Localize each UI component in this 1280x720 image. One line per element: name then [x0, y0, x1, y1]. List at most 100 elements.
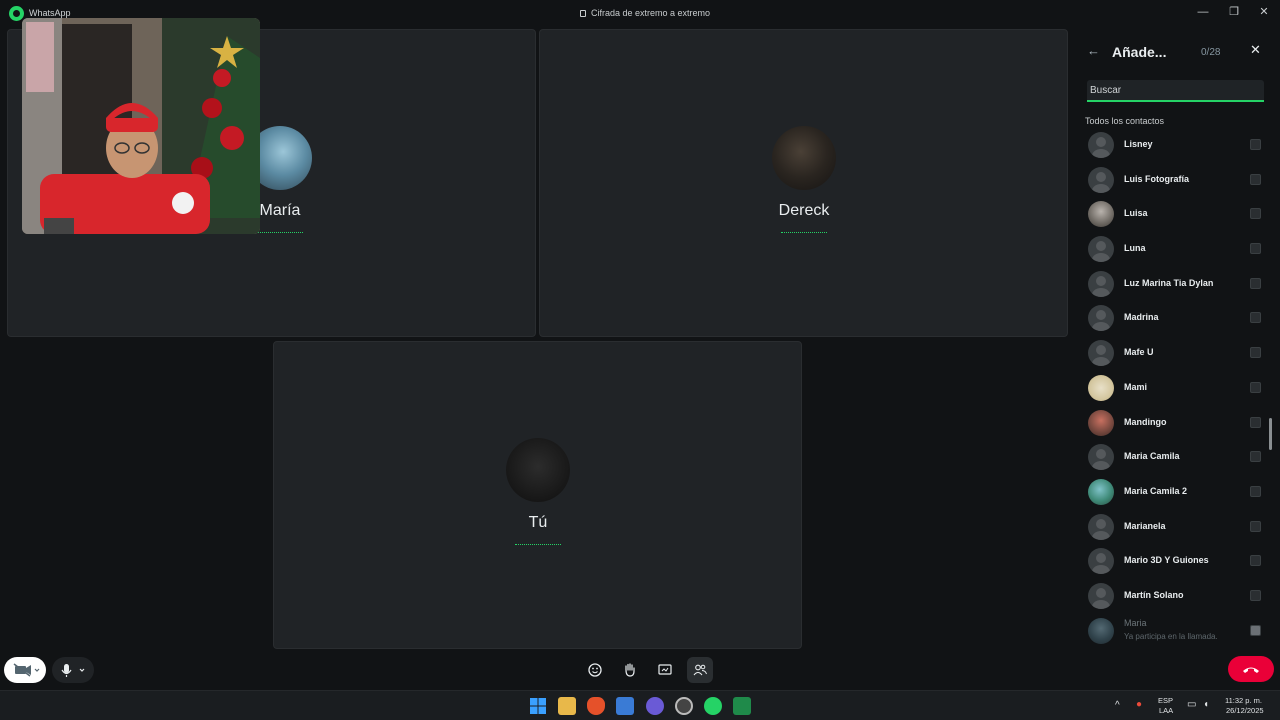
contact-checkbox[interactable] [1250, 416, 1261, 428]
participant-tile-self: Tú [273, 341, 802, 649]
contact-item[interactable]: Mario 3D Y Guiones [1075, 544, 1280, 579]
end-call-button[interactable] [1228, 656, 1274, 682]
hand-icon [625, 663, 635, 677]
volume-icon[interactable]: ◖ [1203, 699, 1209, 710]
language-indicator-top[interactable]: ESP [1158, 696, 1173, 705]
game-controller-icon[interactable] [646, 697, 664, 715]
contact-photo [1088, 617, 1114, 644]
contact-list: Lisney Luis Fotografía Luisa Luna Luz Ma… [1075, 128, 1280, 648]
default-avatar-icon [1088, 582, 1114, 609]
close-panel-icon[interactable]: ✕ [1250, 42, 1261, 58]
file-explorer-icon[interactable] [558, 697, 576, 715]
contact-name: Luz Marina Tia Dylan [1124, 277, 1214, 288]
contact-item[interactable]: Luisa [1075, 197, 1280, 232]
microsoft-store-icon[interactable] [616, 697, 634, 715]
contact-checkbox[interactable] [1250, 451, 1261, 463]
contact-name: Mafe U [1124, 347, 1154, 358]
contact-item[interactable]: Mami [1075, 371, 1280, 406]
whatsapp-logo-icon [9, 6, 24, 21]
connecting-indicator [515, 544, 561, 545]
default-avatar-icon [1088, 444, 1114, 471]
contact-name: Marianela [1124, 520, 1166, 531]
section-label: Todos los contactos [1085, 116, 1165, 126]
default-avatar-icon [1088, 513, 1114, 540]
brave-browser-icon[interactable] [587, 697, 605, 715]
obs-studio-icon[interactable] [675, 697, 693, 715]
os-taskbar: ^ ● ESP LAA ▭ ◖ 11:32 p. m. 26/12/2025 [0, 690, 1280, 720]
participant-tile-dereck: Dereck [539, 29, 1068, 337]
network-icon[interactable]: ▭ [1187, 699, 1196, 710]
contact-checkbox[interactable] [1250, 485, 1261, 497]
contact-list-scrollbar[interactable] [1269, 418, 1272, 450]
share-screen-button[interactable] [652, 657, 678, 683]
microphone-toggle-button[interactable] [52, 657, 94, 683]
contact-name: Maria Camila [1124, 451, 1180, 462]
contact-checkbox[interactable] [1250, 381, 1261, 393]
contact-checkbox[interactable] [1250, 520, 1261, 532]
lock-icon [580, 10, 586, 17]
contact-name: Martín Solano [1124, 589, 1184, 600]
contact-checkbox[interactable] [1250, 589, 1261, 601]
contact-item[interactable]: Mandingo [1075, 406, 1280, 441]
clock-date[interactable]: 26/12/2025 [1226, 706, 1264, 715]
participant-name: Tú [528, 514, 548, 531]
contact-checkbox[interactable] [1250, 208, 1261, 220]
contact-status: Ya participa en la llamada. [1124, 631, 1218, 641]
self-camera-preview[interactable] [22, 18, 260, 234]
back-arrow-icon[interactable]: ← [1087, 43, 1100, 58]
contact-photo [1088, 201, 1114, 228]
windows-start-icon[interactable] [529, 697, 547, 715]
default-avatar-icon [1088, 305, 1114, 332]
contact-item[interactable]: Maria Camila 2 [1075, 475, 1280, 510]
clock-time[interactable]: 11:32 p. m. [1225, 696, 1262, 705]
contact-checkbox[interactable] [1250, 139, 1261, 150]
screen-share-icon [658, 664, 672, 675]
contact-item[interactable]: Marianela [1075, 510, 1280, 545]
contact-item[interactable]: Madrina [1075, 301, 1280, 336]
camera-toggle-button[interactable] [4, 657, 46, 683]
participant-avatar [506, 438, 570, 502]
add-participants-panel: ← Añade... 0/28 ✕ Todos los contactos Li… [1075, 28, 1280, 690]
contact-item[interactable]: Martín Solano [1075, 579, 1280, 614]
contact-name: Luisa [1124, 208, 1148, 219]
minimize-button[interactable]: — [1191, 4, 1215, 20]
default-avatar-icon [1088, 340, 1114, 367]
contact-checkbox[interactable] [1250, 347, 1261, 359]
contact-item[interactable]: Lisney [1075, 128, 1280, 163]
contact-item[interactable]: Luz Marina Tia Dylan [1075, 267, 1280, 302]
search-input[interactable] [1087, 80, 1264, 102]
show-hidden-icons-icon[interactable]: ^ [1115, 700, 1120, 711]
contact-item[interactable]: Luna [1075, 232, 1280, 267]
emoji-reaction-button[interactable] [582, 657, 608, 683]
default-avatar-icon [1088, 548, 1114, 575]
participant-name: Dereck [778, 202, 830, 219]
contact-name: Madrina [1124, 312, 1159, 323]
contact-item[interactable]: Maria Camila [1075, 440, 1280, 475]
close-window-button[interactable]: ✕ [1252, 4, 1276, 20]
contact-item[interactable]: Mafe U [1075, 336, 1280, 371]
camera-feed-image [22, 18, 260, 234]
restore-button[interactable]: ❐ [1222, 4, 1246, 20]
contact-item[interactable]: Luis Fotografía [1075, 163, 1280, 198]
contact-checkbox[interactable] [1250, 312, 1261, 324]
microphone-icon [61, 664, 85, 677]
contact-checkbox-disabled [1250, 624, 1261, 636]
panel-title: Añade... [1112, 44, 1167, 60]
contact-name: Maria [1124, 617, 1147, 628]
contact-checkbox[interactable] [1250, 555, 1261, 567]
contact-name: Luna [1124, 243, 1146, 254]
call-controls [0, 650, 1070, 690]
contact-photo [1088, 409, 1114, 436]
language-indicator-bottom[interactable]: LAA [1159, 706, 1173, 715]
contact-checkbox[interactable] [1250, 173, 1261, 185]
contact-name: Luis Fotografía [1124, 173, 1189, 184]
participant-avatar [772, 126, 836, 190]
whatsapp-taskbar-icon[interactable] [704, 697, 722, 715]
contact-checkbox[interactable] [1250, 277, 1261, 289]
raise-hand-button[interactable] [617, 657, 643, 683]
add-participants-button[interactable] [687, 657, 713, 683]
contact-name: Mandingo [1124, 416, 1167, 427]
microphone-in-use-icon[interactable]: ● [1136, 699, 1142, 710]
spreadsheet-app-icon[interactable] [733, 697, 751, 715]
contact-checkbox[interactable] [1250, 243, 1261, 255]
